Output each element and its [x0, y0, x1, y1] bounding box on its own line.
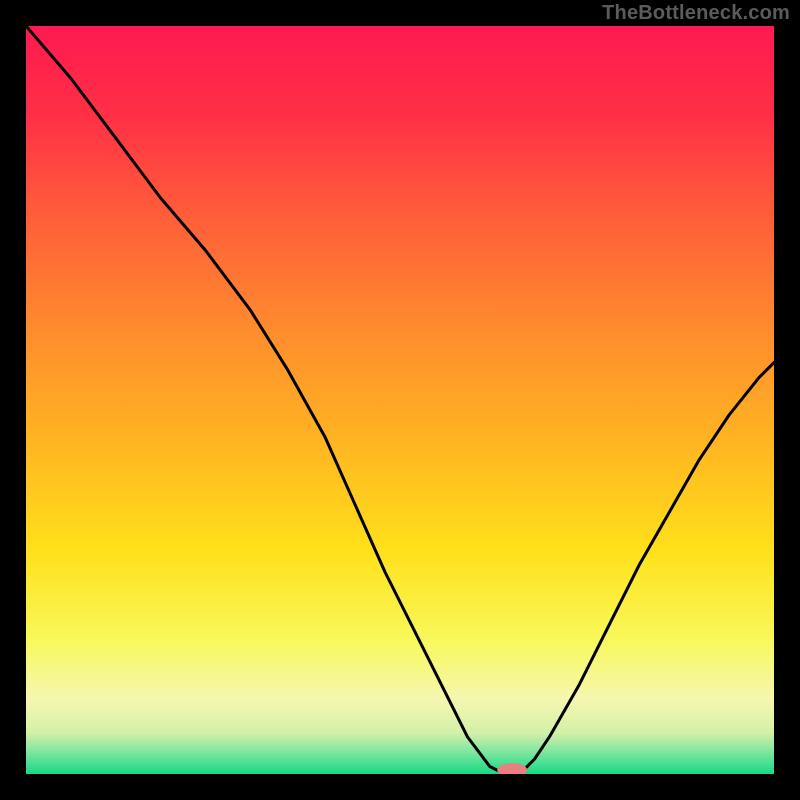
attribution-text: TheBottleneck.com [602, 2, 790, 25]
chart-background [26, 26, 774, 774]
chart-container: TheBottleneck.com [0, 0, 800, 800]
chart-svg [26, 26, 774, 774]
bottleneck-chart [26, 26, 774, 774]
